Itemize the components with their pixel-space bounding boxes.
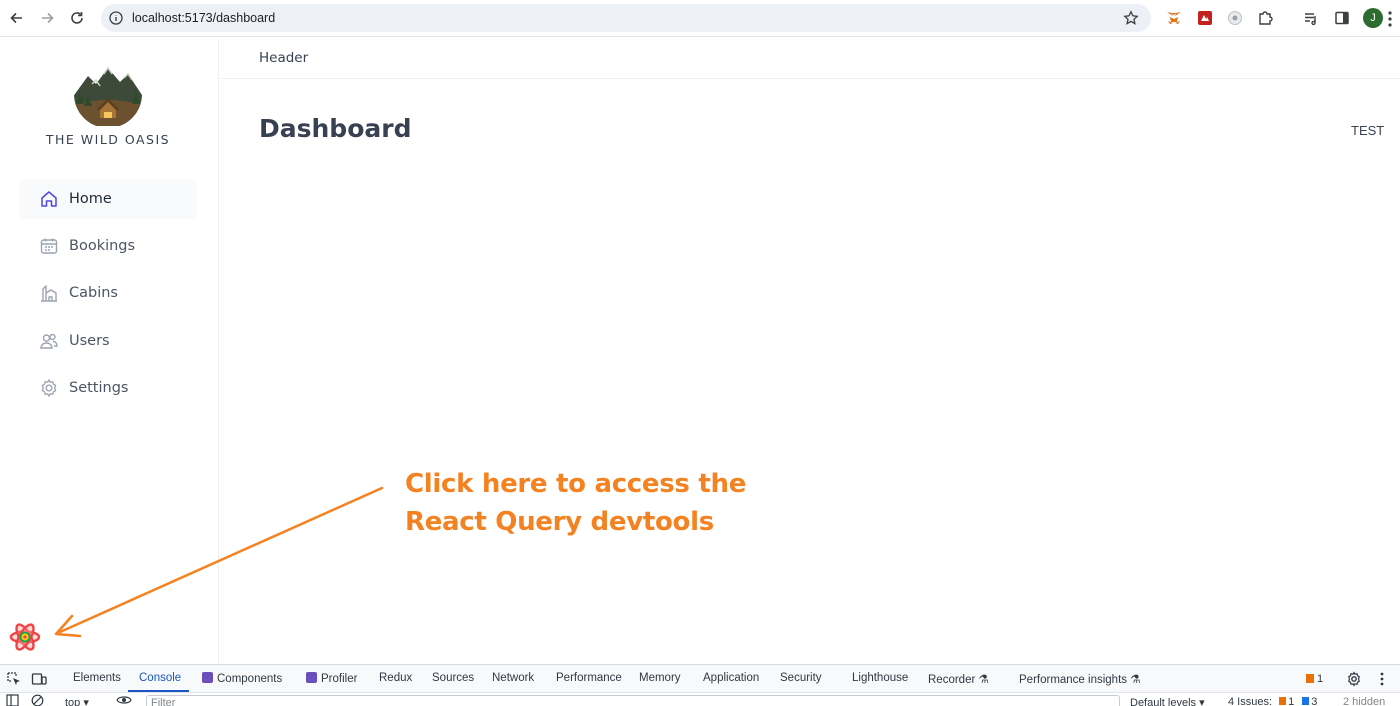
forward-icon[interactable] (37, 8, 57, 28)
caret-down-icon: ▾ (1199, 697, 1205, 706)
issue-info-icon (1302, 697, 1310, 705)
devtools-tabbar: Elements Console Components Profiler Red… (0, 664, 1400, 692)
context-selector[interactable]: top ▾ (65, 696, 89, 706)
sidebar: THE WILD OASIS Home Bookings Cabins User… (0, 38, 219, 664)
app-header: Header (219, 38, 1400, 79)
tab-performance[interactable]: Performance (556, 672, 622, 684)
tab-profiler[interactable]: Profiler (306, 672, 357, 685)
address-bar[interactable]: localhost:5173/dashboard (101, 4, 1151, 32)
react-query-logo-icon (9, 623, 41, 651)
console-filter-input[interactable]: Filter (146, 695, 1120, 706)
calendar-icon (39, 236, 59, 256)
bookmark-star-icon[interactable] (1123, 10, 1139, 31)
tab-memory[interactable]: Memory (639, 672, 681, 684)
issue-warning-icon (1306, 674, 1314, 683)
issues-summary[interactable]: 4 Issues: 1 3 (1228, 696, 1317, 706)
sidebar-item-settings[interactable]: Settings (19, 368, 197, 408)
sidebar-item-bookings[interactable]: Bookings (19, 226, 197, 266)
caret-down-icon: ▾ (83, 697, 89, 706)
flask-icon: ⚗ (1130, 674, 1141, 686)
back-icon[interactable] (7, 8, 27, 28)
home-icon (39, 189, 59, 209)
tab-network[interactable]: Network (492, 672, 534, 684)
tab-sources[interactable]: Sources (432, 672, 474, 684)
tab-application[interactable]: Application (703, 672, 759, 684)
reading-list-icon[interactable] (1302, 9, 1320, 27)
tab-label: Recorder (928, 674, 976, 686)
tab-lighthouse[interactable]: Lighthouse (852, 672, 908, 684)
devtools-menu-kebab-icon[interactable] (1374, 671, 1390, 687)
settings-icon (39, 378, 59, 398)
device-toolbar-icon[interactable] (31, 671, 47, 687)
sidebar-item-home[interactable]: Home (19, 179, 197, 219)
filter-placeholder: Filter (151, 697, 176, 706)
browser-toolbar: localhost:5173/dashboard J (0, 0, 1400, 37)
sidebar-item-label: Cabins (69, 285, 118, 301)
tab-components[interactable]: Components (202, 672, 282, 685)
sidebar-item-label: Home (69, 191, 112, 207)
devtools-settings-gear-icon[interactable] (1346, 671, 1362, 687)
annotation-callout: Click here to access the React Query dev… (405, 465, 746, 541)
tab-label: Profiler (321, 673, 358, 685)
brand-name: THE WILD OASIS (45, 132, 171, 147)
sidebar-item-label: Settings (69, 380, 129, 396)
hidden-count: 2 hidden (1343, 696, 1386, 706)
extensions-puzzle-icon[interactable] (1256, 9, 1274, 27)
annotation-line-1: Click here to access the (405, 469, 747, 499)
flask-icon: ⚗ (978, 674, 989, 686)
red-extension-icon[interactable] (1196, 9, 1214, 27)
page-title: Dashboard (259, 114, 412, 143)
profile-avatar[interactable]: J (1363, 8, 1383, 28)
reload-icon[interactable] (67, 8, 87, 28)
log-levels-dropdown[interactable]: Default levels ▾ (1130, 696, 1205, 706)
tab-recorder[interactable]: Recorder ⚗ (928, 672, 989, 686)
annotation-line-2: React Query devtools (405, 507, 714, 537)
issues-badge[interactable]: 1 (1306, 673, 1323, 685)
tab-elements[interactable]: Elements (73, 672, 121, 684)
issues-info-count: 3 (1311, 696, 1318, 706)
issue-count: 1 (1317, 673, 1324, 685)
inspect-element-icon[interactable] (6, 671, 22, 687)
test-label: TEST (1351, 123, 1385, 138)
grey-extension-icon[interactable] (1226, 9, 1244, 27)
tab-label: Performance insights (1019, 674, 1128, 686)
header-text: Header (259, 50, 309, 66)
sidebar-item-users[interactable]: Users (19, 321, 197, 361)
side-panel-icon[interactable] (1333, 9, 1351, 27)
issue-warning-icon (1279, 697, 1287, 705)
tab-redux[interactable]: Redux (379, 672, 412, 684)
users-icon (39, 331, 59, 351)
tab-security[interactable]: Security (780, 672, 822, 684)
tab-console[interactable]: Console (139, 672, 181, 684)
tab-label: Components (217, 673, 283, 685)
tab-performance-insights[interactable]: Performance insights ⚗ (1019, 672, 1141, 686)
react-components-icon (202, 672, 213, 683)
site-info-icon[interactable] (109, 11, 123, 30)
console-sidebar-icon[interactable] (6, 694, 19, 706)
levels-label: Default levels (1130, 697, 1197, 706)
url-text: localhost:5173/dashboard (132, 11, 276, 25)
metamask-extension-icon[interactable] (1165, 9, 1183, 27)
issues-label: 4 Issues: (1228, 696, 1273, 706)
react-query-devtools-button[interactable] (8, 620, 42, 654)
wild-oasis-logo (70, 66, 146, 126)
sidebar-item-label: Bookings (69, 238, 136, 254)
clear-console-icon[interactable] (31, 694, 44, 706)
console-toolbar: top ▾ Filter Default levels ▾ 4 Issues: … (0, 692, 1400, 706)
live-expression-eye-icon[interactable] (116, 694, 132, 706)
menu-kebab-icon[interactable] (1387, 10, 1393, 28)
sidebar-item-label: Users (69, 333, 110, 349)
issues-warn-count: 1 (1288, 696, 1295, 706)
sidebar-item-cabins[interactable]: Cabins (19, 273, 197, 313)
context-value: top (65, 697, 81, 706)
cabins-icon (39, 283, 59, 303)
react-profiler-icon (306, 672, 317, 683)
